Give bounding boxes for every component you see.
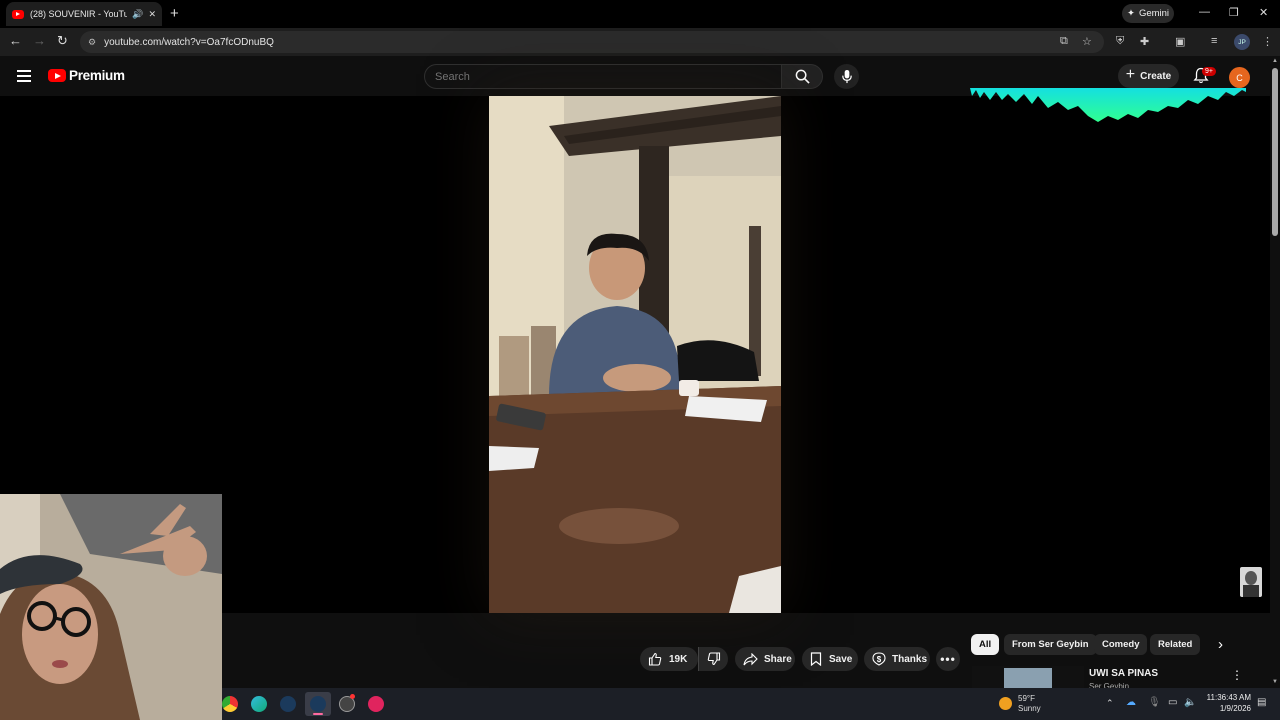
search-icon — [795, 69, 810, 84]
scrollbar-thumb[interactable] — [1272, 68, 1278, 236]
search-button[interactable] — [781, 64, 823, 89]
sun-weather-icon — [999, 697, 1012, 710]
thanks-label: Thanks — [892, 653, 928, 665]
site-info-icon[interactable]: ⚙ — [88, 37, 96, 48]
chip-related[interactable]: Related — [1150, 634, 1201, 655]
chip-comedy[interactable]: Comedy — [1094, 634, 1148, 655]
weather-condition: Sunny — [1018, 704, 1041, 713]
video-frame[interactable] — [489, 96, 781, 613]
install-app-icon[interactable]: ⧉ — [1060, 35, 1068, 48]
close-tab-icon[interactable]: ✕ — [148, 9, 156, 20]
plus-icon: + — [1125, 66, 1136, 83]
extensions-puzzle-icon[interactable]: ✚ — [1140, 35, 1149, 48]
volume-icon[interactable]: 🔈 — [1184, 697, 1196, 708]
chip-from-channel[interactable]: From Ser Geybin — [1004, 634, 1097, 655]
save-button[interactable]: Save — [802, 647, 858, 671]
gemini-button[interactable]: ✦ Gemini — [1122, 4, 1174, 23]
thumbnail-image — [1004, 668, 1052, 688]
more-horizontal-icon: ••• — [940, 652, 956, 666]
url-text: youtube.com/watch?v=Oa7fcODnuBQ — [104, 36, 274, 48]
brand-premium[interactable]: Premium — [69, 68, 125, 83]
voice-search-button[interactable] — [834, 64, 859, 89]
share-label: Share — [764, 653, 792, 665]
audio-visualizer — [970, 88, 1246, 122]
steam-active-app-icon — [310, 696, 326, 712]
notification-count-badge: 9+ — [1202, 67, 1216, 76]
create-label: Create — [1140, 70, 1172, 82]
clock-time: 11:36:43 AM — [1206, 693, 1251, 702]
tray-chevron-up-icon[interactable]: ⌃ — [1106, 698, 1114, 709]
video-scene-image — [489, 96, 781, 613]
search-input[interactable] — [424, 64, 782, 89]
close-window-icon[interactable]: ✕ — [1259, 6, 1268, 19]
bookmark-icon — [810, 652, 822, 666]
onedrive-cloud-icon[interactable]: ☁ — [1126, 697, 1136, 708]
save-label: Save — [829, 653, 853, 665]
thumbs-down-icon — [707, 652, 720, 666]
active-indicator — [313, 713, 323, 715]
browser-menu-icon[interactable]: ⋮ — [1262, 35, 1273, 48]
chip-all[interactable]: All — [971, 634, 1000, 655]
notification-center-icon[interactable]: ▤ — [1257, 697, 1266, 708]
thumbs-up-icon — [648, 652, 662, 666]
create-button[interactable]: + Create — [1118, 64, 1179, 88]
share-button[interactable]: Share — [735, 647, 795, 671]
minimize-icon[interactable]: — — [1199, 6, 1210, 18]
browser-profile-avatar[interactable]: JP — [1234, 34, 1250, 50]
recommendation-menu-icon[interactable]: ⋮ — [1231, 668, 1243, 682]
display-icon[interactable]: ▭ — [1168, 697, 1177, 708]
new-tab-button[interactable]: + — [170, 5, 179, 22]
webcam-overlay — [0, 494, 222, 720]
shield-extension-icon[interactable]: ⛨ — [1116, 35, 1124, 48]
speaker-icon[interactable]: 🔊 — [132, 9, 143, 20]
super-thanks-icon: $ — [872, 652, 886, 666]
scroll-down-icon[interactable]: ▼ — [1272, 679, 1278, 685]
microphone-tray-icon[interactable]: 🎙 — [1148, 697, 1161, 708]
browser-tab[interactable]: (28) SOUVENIR - YouTube 🔊 ✕ — [6, 2, 162, 26]
notification-dot — [350, 694, 355, 699]
back-icon[interactable]: ← — [9, 33, 22, 48]
like-count: 19K — [669, 653, 688, 665]
address-bar-row: ← → ↻ ⚙ youtube.com/watch?v=Oa7fcODnuBQ … — [0, 28, 1280, 56]
svg-text:$: $ — [877, 655, 882, 664]
thanks-button[interactable]: $ Thanks — [864, 647, 930, 671]
active-app-highlight[interactable] — [305, 692, 331, 716]
temperature: 59°F — [1018, 694, 1035, 703]
gemini-label: Gemini — [1138, 8, 1170, 19]
dislike-button[interactable] — [698, 647, 728, 671]
channel-thumbnail[interactable] — [1240, 567, 1262, 597]
bookmark-star-icon[interactable]: ☆ — [1082, 35, 1092, 48]
recommendation-title[interactable]: UWI SA PINAS — [1089, 668, 1158, 679]
weather-widget[interactable]: 59°F Sunny — [1018, 694, 1041, 714]
more-actions-button[interactable]: ••• — [936, 647, 960, 671]
like-button[interactable]: 19K — [640, 647, 698, 671]
music-player-app-icon[interactable] — [368, 696, 384, 712]
forward-icon[interactable]: → — [33, 33, 46, 48]
browser-tab-bar: (28) SOUVENIR - YouTube 🔊 ✕ + ✦ Gemini —… — [0, 0, 1280, 28]
scroll-up-icon[interactable]: ▲ — [1272, 58, 1278, 64]
reload-icon[interactable]: ↻ — [57, 33, 68, 49]
steam-app-icon[interactable] — [280, 696, 296, 712]
youtube-favicon-icon — [12, 9, 24, 19]
webcam-feed-image — [0, 494, 222, 720]
tab-search-icon[interactable]: ▣ — [1175, 35, 1185, 48]
reading-list-icon[interactable]: ≡ — [1211, 35, 1217, 47]
system-clock[interactable]: 11:36:43 AM 1/9/2026 — [1200, 692, 1251, 714]
restore-icon[interactable]: ❐ — [1229, 6, 1239, 19]
clock-date: 1/9/2026 — [1219, 704, 1251, 713]
chevron-right-icon[interactable]: › — [1218, 636, 1223, 653]
recommendation-thumbnail[interactable] — [972, 666, 1084, 688]
edge-app-icon[interactable] — [251, 696, 267, 712]
youtube-logo-icon[interactable] — [48, 69, 66, 82]
sparkle-icon: ✦ — [1126, 8, 1135, 19]
chrome-app-icon[interactable] — [222, 696, 238, 712]
microphone-icon — [841, 69, 852, 84]
tab-title: (28) SOUVENIR - YouTube — [30, 9, 128, 19]
omnibox[interactable]: ⚙ youtube.com/watch?v=Oa7fcODnuBQ — [80, 31, 1104, 53]
hamburger-menu-icon[interactable] — [17, 70, 31, 82]
account-avatar[interactable]: C — [1229, 67, 1250, 88]
share-arrow-icon — [743, 652, 758, 665]
